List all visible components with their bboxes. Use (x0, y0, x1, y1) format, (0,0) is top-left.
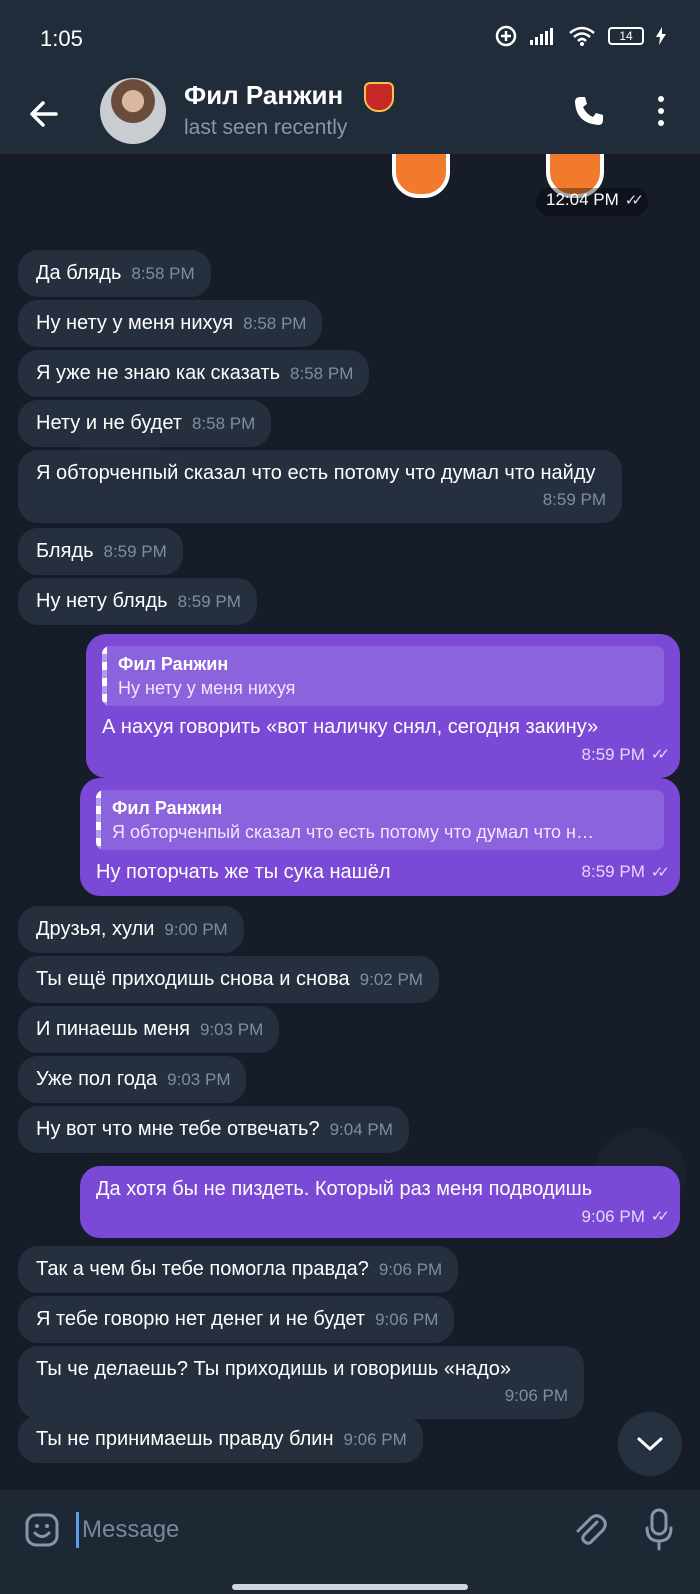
message-composer (0, 1490, 700, 1594)
outgoing-message[interactable]: Фил Ранжин Я обторченпый сказал что есть… (80, 778, 680, 896)
incoming-message[interactable]: Блядь 8:59 PM (18, 528, 183, 575)
message-time: 9:06 PM (581, 1207, 645, 1226)
message-text: Ты не принимаешь правду блин (36, 1428, 334, 1450)
message-time: 8:58 PM (131, 264, 195, 283)
charging-icon (656, 27, 666, 45)
reply-text: Я обторченпый сказал что есть потому что… (112, 822, 594, 842)
message-text: Ты че делаешь? Ты приходишь и говоришь «… (36, 1358, 512, 1380)
message-text: Блядь (36, 540, 94, 562)
message-text: Нету и не будет (36, 412, 182, 434)
message-text: Так а чем бы тебе помогла правда? (36, 1258, 369, 1280)
message-text: Да блядь (36, 262, 122, 284)
chat-status: last seen recently (184, 116, 348, 139)
battery-icon: 14 (608, 27, 644, 45)
message-time: 9:04 PM (329, 1120, 393, 1139)
chat-title[interactable]: Фил Ранжин (184, 80, 343, 111)
incoming-message[interactable]: Ты ещё приходишь снова и снова 9:02 PM (18, 956, 439, 1003)
text-cursor (76, 1512, 79, 1548)
incoming-message[interactable]: Ну нету у меня нихуя 8:58 PM (18, 300, 323, 347)
message-time: 8:59 PM (581, 745, 645, 764)
reply-quote[interactable]: Фил Ранжин Ну нету у меня нихуя (102, 646, 664, 706)
message-time: 8:59 PM (177, 592, 241, 611)
message-text: Ну нету у меня нихуя (36, 312, 234, 334)
reply-quote[interactable]: Фил Ранжин Я обторченпый сказал что есть… (96, 790, 664, 850)
more-options-icon[interactable] (650, 94, 672, 128)
incoming-message[interactable]: Да блядь 8:58 PM (18, 250, 211, 297)
incoming-message[interactable]: Нету и не будет 8:58 PM (18, 400, 272, 447)
wifi-icon (569, 26, 595, 46)
chevron-down-icon (637, 1437, 663, 1451)
message-time: 9:06 PM (378, 1260, 443, 1279)
message-time: 9:06 PM (343, 1430, 407, 1449)
message-time: 9:03 PM (167, 1070, 231, 1089)
emoji-icon[interactable] (24, 1512, 60, 1548)
incoming-message[interactable]: Уже пол года 9:03 PM (18, 1056, 247, 1103)
message-list[interactable]: 12:04 PM ✓✓ Да блядь 8:58 PM Ну нету у мен… (0, 154, 700, 1490)
message-text: Ну нету блядь (36, 590, 168, 612)
message-time: 8:59 PM (103, 542, 167, 561)
message-time: 9:03 PM (200, 1020, 264, 1039)
message-text: Я обторченпый сказал что есть потому что… (36, 462, 596, 484)
read-ticks-icon: ✓✓ (650, 864, 670, 881)
signal-icon (530, 28, 553, 45)
back-arrow-icon[interactable] (26, 96, 62, 132)
message-time: 9:00 PM (164, 920, 228, 939)
message-text: И пинаешь меня (36, 1018, 190, 1040)
message-time: 8:58 PM (191, 414, 256, 433)
data-saver-icon (495, 25, 517, 47)
incoming-message[interactable]: Ну нету блядь 8:59 PM (18, 578, 257, 625)
incoming-message[interactable]: Друзья, хули 9:00 PM (18, 906, 244, 953)
emoji-status-icon (364, 82, 394, 112)
message-text: А нахуя говорить «вот наличку снял, сего… (102, 716, 599, 738)
phone-call-icon[interactable] (572, 94, 606, 128)
incoming-message[interactable]: Так а чем бы тебе помогла правда? 9:06 PM (18, 1246, 459, 1293)
incoming-message[interactable]: Ты не принимаешь правду блин 9:06 PM (18, 1416, 423, 1463)
message-time: 9:06 PM (504, 1386, 568, 1405)
read-ticks-icon: ✓✓ (650, 1208, 670, 1225)
message-time: 9:02 PM (359, 970, 423, 989)
incoming-message[interactable]: И пинаешь меня 9:03 PM (18, 1006, 280, 1053)
message-input[interactable] (82, 1508, 542, 1552)
message-text: Я уже не знаю как сказать (36, 362, 281, 384)
home-indicator[interactable] (232, 1584, 468, 1590)
avatar[interactable] (100, 78, 166, 144)
incoming-message[interactable]: Я тебе говорю нет денег и не будет 9:06 P… (18, 1296, 455, 1343)
message-text: Ты ещё приходишь снова и снова (36, 968, 350, 990)
incoming-message[interactable]: Ты че делаешь? Ты приходишь и говоришь «… (18, 1346, 584, 1419)
read-ticks-icon: ✓✓ (624, 192, 644, 209)
message-text: Ну вот что мне тебе отвечать? (36, 1118, 320, 1140)
message-time: 9:06 PM (375, 1310, 439, 1329)
message-text: Ну поторчать же ты сука нашёл (96, 861, 391, 883)
status-icons: 14 (494, 24, 666, 48)
scroll-to-bottom-button[interactable] (618, 1412, 682, 1476)
message-text: Уже пол года (36, 1068, 158, 1090)
chat-header: Фил Ранжин last seen recently (0, 78, 700, 154)
reply-author: Фил Ранжин (112, 798, 223, 818)
paperclip-icon[interactable] (570, 1510, 610, 1550)
read-ticks-icon: ✓✓ (650, 746, 670, 763)
message-time: 8:59 PM (542, 490, 606, 509)
incoming-message[interactable]: Я обторченпый сказал что есть потому что… (18, 450, 622, 523)
message-text: Я тебе говорю нет денег и не будет (36, 1308, 366, 1330)
incoming-message[interactable]: Ну вот что мне тебе отвечать? 9:04 PM (18, 1106, 409, 1153)
sticker-timestamp: 12:04 PM ✓✓ (536, 188, 648, 216)
message-time: 8:58 PM (290, 364, 354, 383)
reply-author: Фил Ранжин (118, 654, 229, 674)
sticker-left-leg (392, 154, 450, 198)
message-time: 8:59 PM (581, 862, 645, 881)
message-text: Да хотя бы не пиздеть. Который раз меня … (96, 1178, 593, 1200)
outgoing-message[interactable]: Да хотя бы не пиздеть. Который раз меня … (80, 1166, 680, 1238)
microphone-icon[interactable] (644, 1508, 674, 1552)
incoming-message[interactable]: Я уже не знаю как сказать 8:58 PM (18, 350, 370, 397)
outgoing-message[interactable]: Фил Ранжин Ну нету у меня нихуя А нахуя … (86, 634, 680, 778)
status-bar: 1:05 14 (0, 0, 700, 78)
status-time: 1:05 (40, 26, 83, 51)
message-text: Друзья, хули (36, 918, 155, 940)
reply-text: Ну нету у меня нихуя (118, 678, 296, 698)
sticker-time-text: 12:04 PM (546, 190, 619, 209)
message-time: 8:58 PM (243, 314, 307, 333)
